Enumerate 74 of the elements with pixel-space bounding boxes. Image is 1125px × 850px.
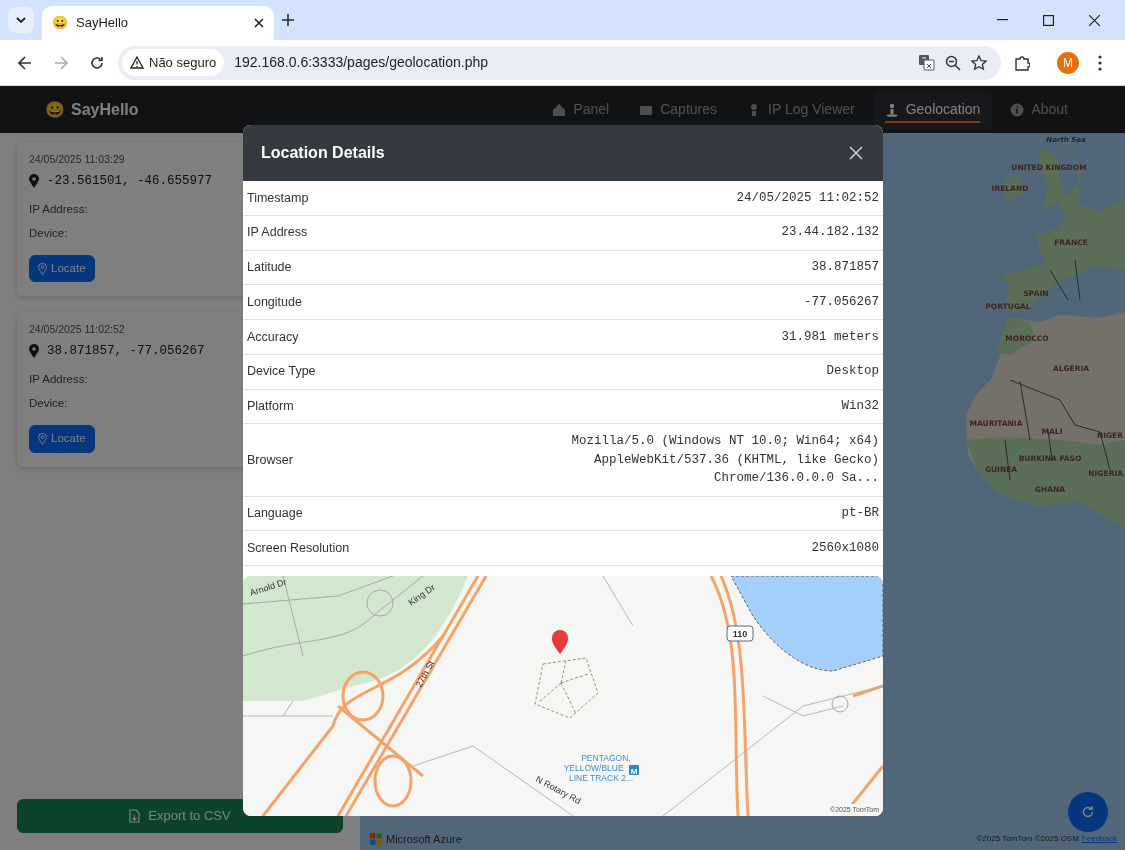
coordinates: 38.871857, -77.056267 <box>47 343 205 360</box>
detail-value: 38.871857 <box>810 259 879 276</box>
locate-button[interactable]: Locate <box>29 425 95 453</box>
detail-value: Mozilla/5.0 (Windows NT 10.0; Win64; x64) AppleWebKit/537.36 (KHTML, like Gecko) Chrome/136.0.0.0 Sa... <box>570 432 879 488</box>
detail-value: 24/05/2025 11:02:52 <box>735 189 879 207</box>
tab-title: SayHello <box>76 14 130 33</box>
star-icon[interactable] <box>971 54 987 71</box>
detail-label: IP Address <box>243 215 404 250</box>
security-label: Não seguro <box>149 53 217 72</box>
map-attribution: ©2025 TomTom ©2025 OSM <box>976 833 1079 845</box>
translate-icon[interactable] <box>918 54 935 71</box>
detail-label: Longitude <box>243 284 404 320</box>
ip-address-label: IP Address: <box>29 371 88 387</box>
map-pin-icon <box>29 344 39 359</box>
locate-button[interactable]: Locate <box>29 255 95 283</box>
kebab-menu-icon[interactable] <box>1098 54 1102 71</box>
security-chip[interactable]: Não seguro <box>122 48 225 77</box>
new-tab-icon[interactable] <box>282 14 294 26</box>
reload-icon[interactable] <box>90 55 104 70</box>
chevron-down-icon <box>16 17 26 23</box>
back-arrow-icon[interactable] <box>18 55 32 70</box>
detail-value: -77.056267 <box>803 293 879 311</box>
detail-label: Latitude <box>243 250 404 285</box>
map-pin-icon <box>38 262 47 275</box>
puzzle-icon[interactable] <box>1014 54 1030 71</box>
detail-label: Screen Resolution <box>243 530 404 566</box>
tab-list-button[interactable] <box>8 7 34 33</box>
refresh-icon <box>1081 805 1095 819</box>
device-label: Device: <box>29 225 68 241</box>
street-label: Arnold Dr <box>248 576 288 598</box>
metro-sign: M <box>629 765 639 776</box>
close-button[interactable] <box>847 144 865 162</box>
route-shield: 110 <box>726 625 754 642</box>
close-icon[interactable] <box>254 18 264 28</box>
modal-title: Location Details <box>261 143 385 163</box>
map-pin-icon <box>38 432 47 445</box>
maximize-icon[interactable] <box>1042 14 1054 26</box>
detail-label: Platform <box>243 389 404 424</box>
street-label: 27th St <box>413 659 437 689</box>
browser-tab[interactable]: 😀 SayHello <box>42 6 274 40</box>
detail-value: 2560x1080 <box>810 539 879 557</box>
map-brand: Microsoft Azure <box>386 831 462 847</box>
street-label: King Dr <box>406 582 437 608</box>
detail-label: Language <box>243 496 404 531</box>
minimize-icon[interactable] <box>996 19 1008 21</box>
detail-value: Desktop <box>825 363 879 381</box>
close-icon[interactable] <box>1088 14 1100 26</box>
detail-label: Device Type <box>243 354 404 389</box>
person-pin-icon <box>884 102 899 117</box>
detail-value: pt-BR <box>840 505 879 522</box>
detail-value: 23.44.182.132 <box>780 224 879 242</box>
ip-address-label: IP Address: <box>29 201 88 217</box>
detail-label: Accuracy <box>243 319 404 355</box>
map-pin-icon <box>29 174 39 189</box>
address-bar[interactable]: Não seguro 192.168.0.6:3333/pages/geolocation.php <box>118 45 1001 80</box>
detail-value: 31.981 meters <box>780 328 879 346</box>
nav-link[interactable]: Geolocation <box>872 90 993 129</box>
profile-avatar[interactable]: M <box>1057 51 1079 74</box>
location-pin[interactable] <box>552 630 568 654</box>
close-icon <box>849 146 863 160</box>
feedback-link[interactable]: Feedback <box>1081 833 1117 845</box>
url-text: 192.168.0.6:3333/pages/geolocation.php <box>234 53 489 72</box>
microsoft-logo-icon <box>370 832 382 845</box>
detail-label: Browser <box>243 423 404 496</box>
brand-name[interactable]: SayHello <box>71 97 139 122</box>
coordinates: -23.561501, -46.655977 <box>47 172 213 190</box>
detail-value: Win32 <box>840 398 879 415</box>
file-icon <box>129 809 141 823</box>
zoom-icon[interactable] <box>945 54 961 71</box>
warning-icon <box>130 56 144 69</box>
favicon: 😀 <box>52 14 68 33</box>
smiley-icon: 😀 <box>45 97 65 122</box>
detail-label: Timestamp <box>243 181 404 216</box>
device-label: Device: <box>29 396 68 411</box>
